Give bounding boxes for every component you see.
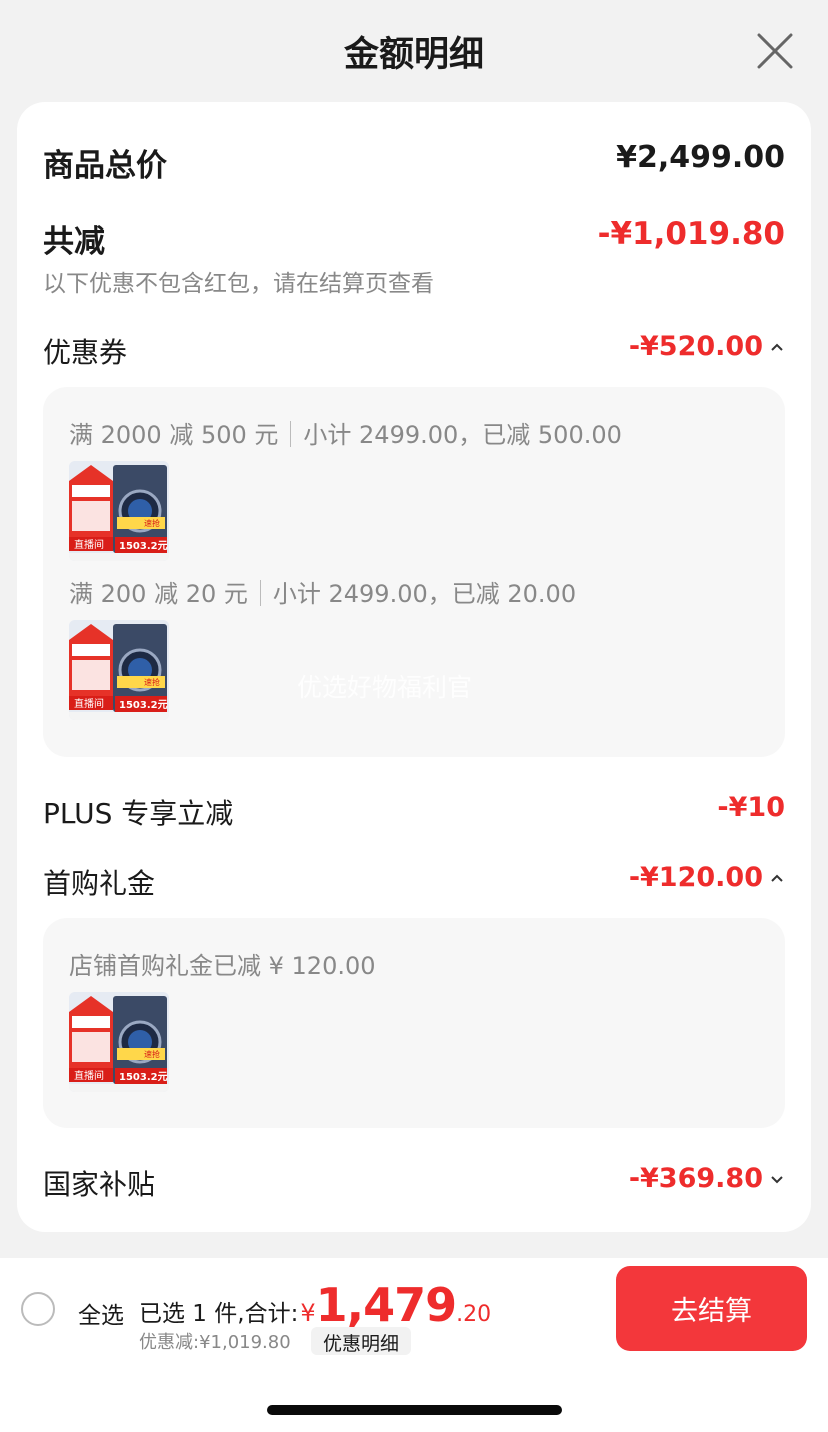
live-badge: 直播间 [74,697,104,710]
total-reduce-value: -¥1,019.80 [597,216,785,252]
page-title: 金额明细 [343,35,484,75]
coupon-row[interactable]: 优惠券 -¥520.00 [43,331,785,369]
first-gift-detail: 店铺首购礼金已减 ¥ 120.00 [69,952,376,980]
chevron-up-icon[interactable] [769,870,785,886]
coupon-label: 优惠券 [43,336,128,369]
total-amount-integer: 1,479 [315,1278,458,1332]
product-image: 直播间 速抢 1503.2元 [69,461,169,561]
select-all-radio[interactable] [21,1292,55,1326]
plus-label: PLUS 专享立减 [43,797,234,830]
select-all-label[interactable]: 全选 [78,1296,124,1330]
close-icon [757,33,793,69]
first-gift-label: 首购礼金 [43,867,156,900]
coupon-item-text: 满 200 减 20 元小计 2499.00，已减 20.00 [69,574,576,609]
product-image: 直播间 速抢 1503.2元 [69,992,169,1092]
subsidy-value: -¥369.80 [628,1163,763,1194]
divider [290,421,292,447]
rush-badge: 速抢 [144,518,160,528]
chevron-down-icon[interactable] [769,1171,785,1187]
coupon-subtotal: 小计 2499.00，已减 500.00 [303,421,622,449]
home-indicator [267,1405,562,1415]
total-price-value: ¥2,499.00 [616,140,785,175]
coupon-rule: 满 200 减 20 元 [69,580,248,608]
coupon-rule: 满 2000 减 500 元 [69,421,279,449]
selected-count-text: 已选 1 件,合计: [139,1301,299,1327]
live-badge: 直播间 [74,538,104,551]
first-gift-detail-panel: 店铺首购礼金已减 ¥ 120.00 直播间 速抢 1503.2元 [43,918,785,1128]
product-image: 直播间 速抢 1503.2元 [69,620,169,720]
coupon-item-text: 满 2000 减 500 元小计 2499.00，已减 500.00 [69,415,622,450]
total-reduce-label: 共减 [43,224,105,260]
subsidy-value-group: -¥369.80 [629,1163,785,1194]
currency-symbol: ¥ [300,1299,316,1327]
close-button[interactable] [754,30,796,72]
first-gift-value: -¥120.00 [628,862,763,893]
total-amount-decimal: .20 [456,1302,492,1327]
watermark-text: 优选好物福利官 [297,673,473,702]
plus-value: -¥10 [717,792,785,823]
checkout-button[interactable]: 去结算 [616,1266,807,1351]
discount-hint: 以下优惠不包含红包，请在结算页查看 [43,271,434,297]
live-badge: 直播间 [74,1069,104,1082]
amount-detail-sheet: 金额明细 商品总价 ¥2,499.00 共减 -¥1,019.80 以下优惠不包… [0,0,828,1432]
first-gift-row[interactable]: 首购礼金 -¥120.00 [43,862,785,900]
price-tag: 1503.2元 [119,540,168,552]
divider [259,580,261,606]
discount-summary: 优惠减:¥1,019.80 [139,1332,291,1353]
product-thumbnail[interactable]: 直播间 速抢 1503.2元 [69,620,169,720]
coupon-value: -¥520.00 [628,331,763,362]
detail-card: 商品总价 ¥2,499.00 共减 -¥1,019.80 以下优惠不包含红包，请… [17,102,811,1232]
coupon-value-group: -¥520.00 [629,331,785,362]
subsidy-row[interactable]: 国家补贴 -¥369.80 [43,1163,785,1201]
total-price-row: 商品总价 ¥2,499.00 [43,140,785,184]
price-tag: 1503.2元 [119,1071,168,1083]
rush-badge: 速抢 [144,677,160,687]
checkout-bar: 全选 已选 1 件,合计: ¥ 1,479 .20 优惠减:¥1,019.80 … [0,1258,828,1358]
plus-row: PLUS 专享立减 -¥10 [43,792,785,830]
coupon-subtotal: 小计 2499.00，已减 20.00 [272,580,577,608]
product-thumbnail[interactable]: 直播间 速抢 1503.2元 [69,992,169,1092]
bottom-safe-area [0,1358,828,1432]
total-summary: 已选 1 件,合计: ¥ 1,479 .20 [139,1278,491,1332]
total-reduce-row: 共减 -¥1,019.80 [43,216,785,260]
first-gift-value-group: -¥120.00 [629,862,785,893]
total-price-label: 商品总价 [43,148,167,184]
subsidy-label: 国家补贴 [43,1168,156,1201]
discount-detail-button[interactable]: 优惠明细 [311,1327,412,1355]
product-thumbnail[interactable]: 直播间 速抢 1503.2元 [69,461,169,561]
price-tag: 1503.2元 [119,699,168,711]
chevron-up-icon[interactable] [769,339,785,355]
rush-badge: 速抢 [144,1049,160,1059]
